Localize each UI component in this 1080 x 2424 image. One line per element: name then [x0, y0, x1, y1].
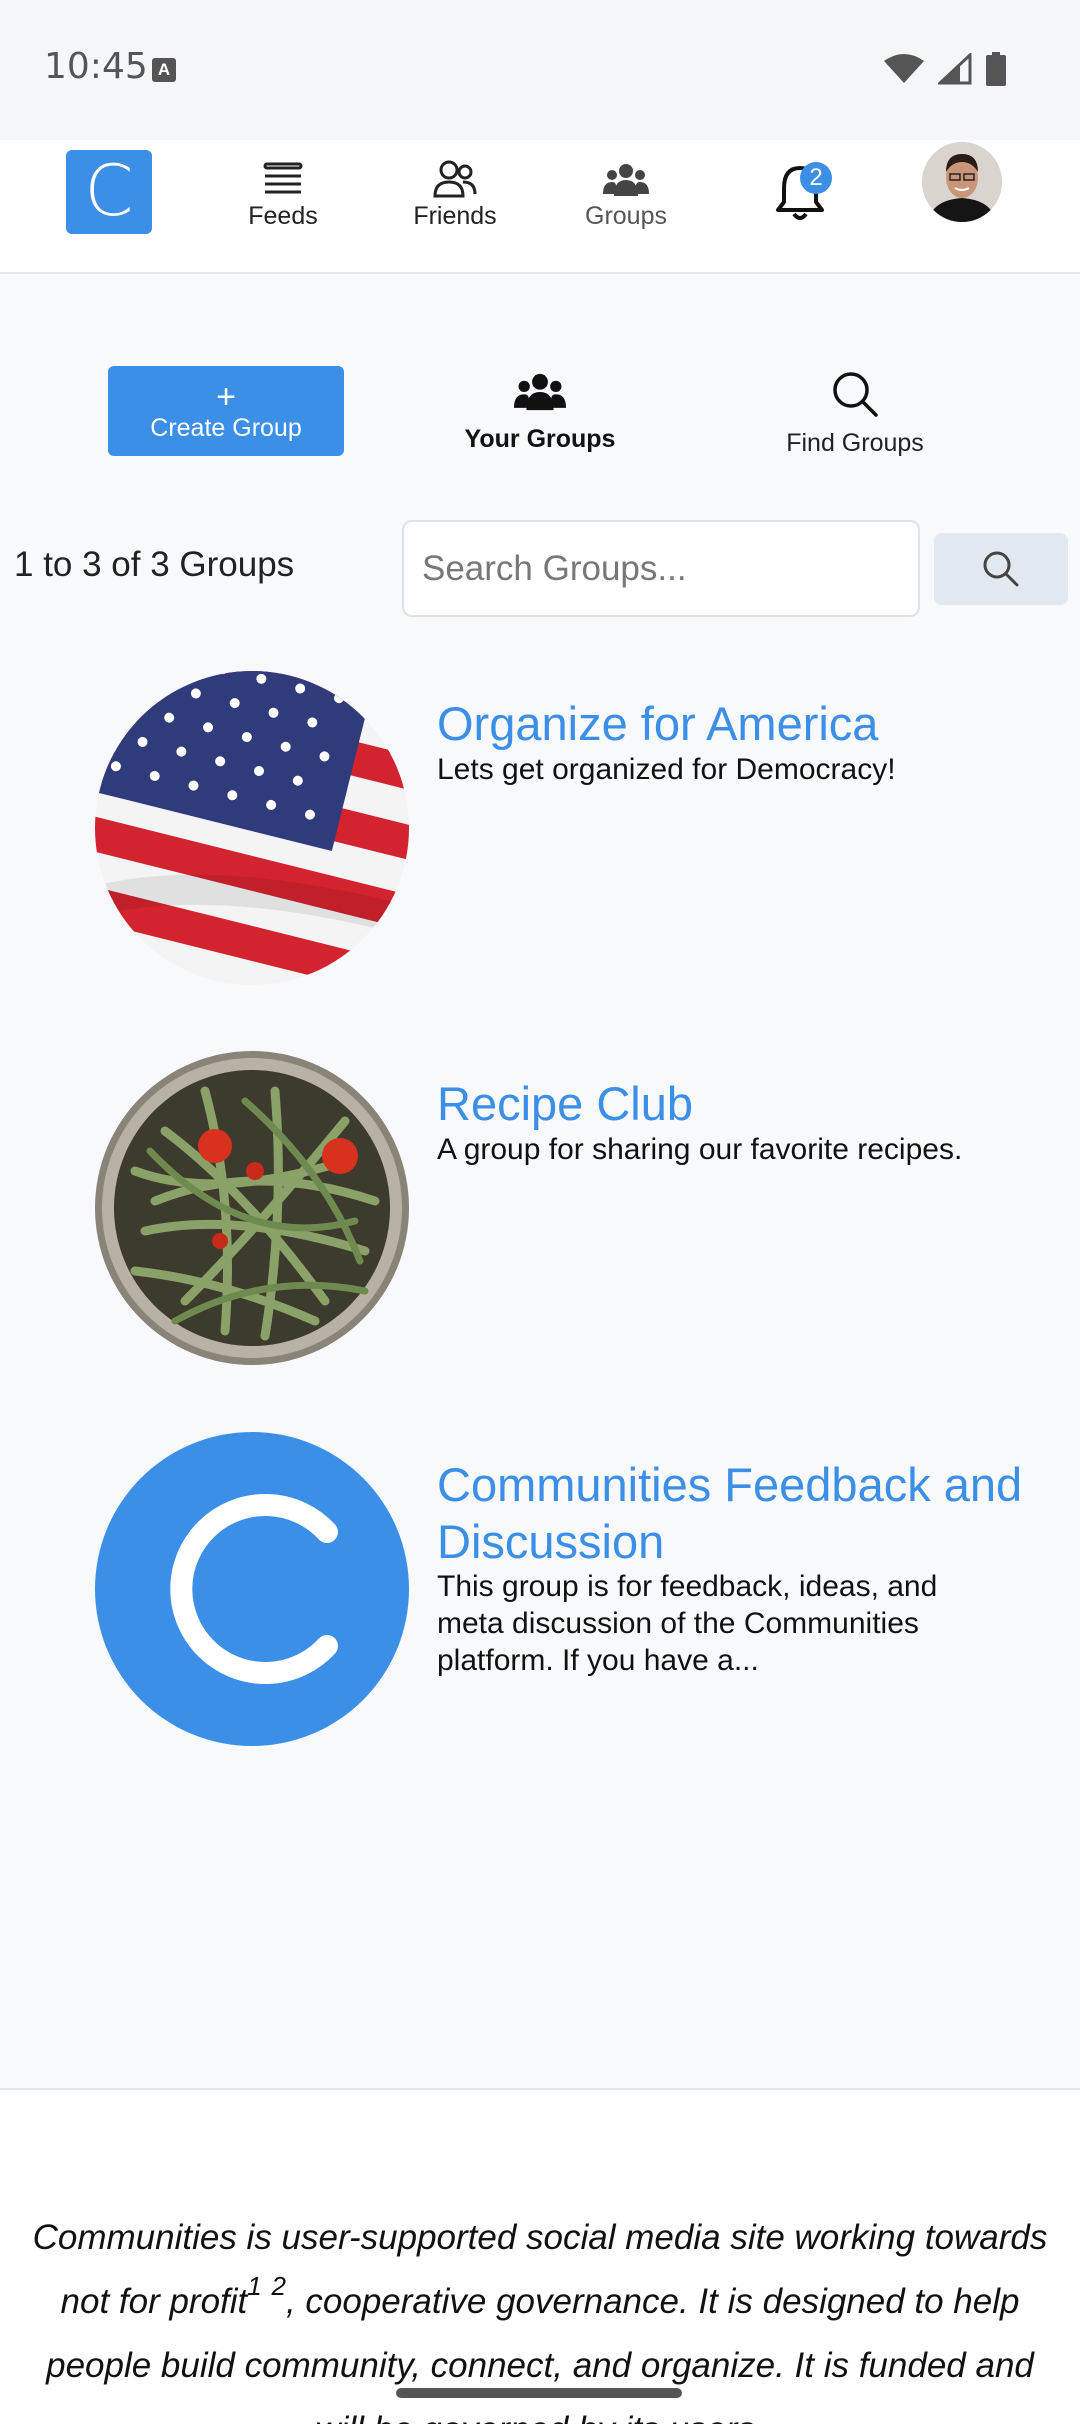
- search-icon: [983, 551, 1019, 587]
- nav-groups-label: Groups: [585, 202, 667, 230]
- find-groups-label: Find Groups: [786, 429, 924, 457]
- nav-feeds-label: Feeds: [248, 202, 318, 230]
- top-navigation: [0, 140, 1080, 274]
- wifi-icon: [884, 54, 924, 83]
- nav-friends[interactable]: Friends: [385, 154, 525, 234]
- nav-feeds[interactable]: Feeds: [213, 154, 353, 234]
- your-groups-tab[interactable]: Your Groups: [450, 370, 630, 454]
- group-name-link[interactable]: Communities Feedback and Discussion: [437, 1456, 1037, 1570]
- status-icons: [884, 52, 1006, 86]
- group-image-green-beans[interactable]: [95, 1051, 409, 1365]
- your-groups-label: Your Groups: [464, 425, 616, 453]
- communities-logo[interactable]: C: [66, 150, 152, 234]
- signal-icon: [938, 53, 972, 85]
- friends-icon: [433, 160, 477, 198]
- home-gesture-bar[interactable]: [396, 2388, 682, 2398]
- group-image-communities-logo[interactable]: [95, 1432, 409, 1746]
- feeds-icon: [263, 162, 303, 194]
- nav-friends-label: Friends: [413, 202, 497, 230]
- group-name-link[interactable]: Recipe Club: [437, 1075, 1037, 1132]
- green-beans-image: [95, 1051, 409, 1365]
- search-button[interactable]: [934, 533, 1068, 605]
- american-flag-image: [95, 671, 409, 985]
- accessibility-notification-icon: A: [152, 58, 176, 82]
- create-group-label: Create Group: [150, 414, 302, 442]
- group-description: Lets get organized for Democracy!: [437, 753, 896, 786]
- group-image-american-flag[interactable]: [95, 671, 409, 985]
- footnote-link-2[interactable]: 2: [271, 2271, 285, 2301]
- user-avatar[interactable]: [922, 142, 1002, 222]
- create-group-button[interactable]: + Create Group: [108, 366, 344, 456]
- group-item-organize-for-america[interactable]: Organize for America Lets get organized …: [95, 671, 1055, 985]
- group-description: A group for sharing our favorite recipes…: [437, 1133, 963, 1166]
- groups-icon: [514, 373, 566, 411]
- groups-icon: [603, 164, 649, 196]
- group-count: 1 to 3 of 3 Groups: [14, 545, 295, 584]
- communities-c-logo: [170, 1494, 338, 1684]
- nav-groups[interactable]: Groups: [556, 154, 696, 234]
- footnote-link-1[interactable]: 1: [247, 2271, 261, 2301]
- group-description: This group is for feedback, ideas, and m…: [437, 1570, 938, 1677]
- user-avatar-image: [922, 142, 1002, 222]
- find-groups-tab[interactable]: Find Groups: [770, 370, 940, 458]
- battery-icon: [986, 52, 1006, 86]
- status-bar: 10:45 A: [0, 0, 1080, 140]
- group-name-link[interactable]: Organize for America: [437, 695, 1037, 752]
- status-time: 10:45: [44, 46, 148, 87]
- plus-icon: +: [216, 378, 236, 416]
- search-groups-input[interactable]: [402, 520, 920, 617]
- search-icon: [833, 372, 878, 417]
- group-item-recipe-club[interactable]: Recipe Club A group for sharing our favo…: [95, 1051, 1055, 1365]
- notification-count-badge: 2: [800, 162, 832, 194]
- group-item-communities-feedback[interactable]: Communities Feedback and Discussion This…: [95, 1432, 1055, 1746]
